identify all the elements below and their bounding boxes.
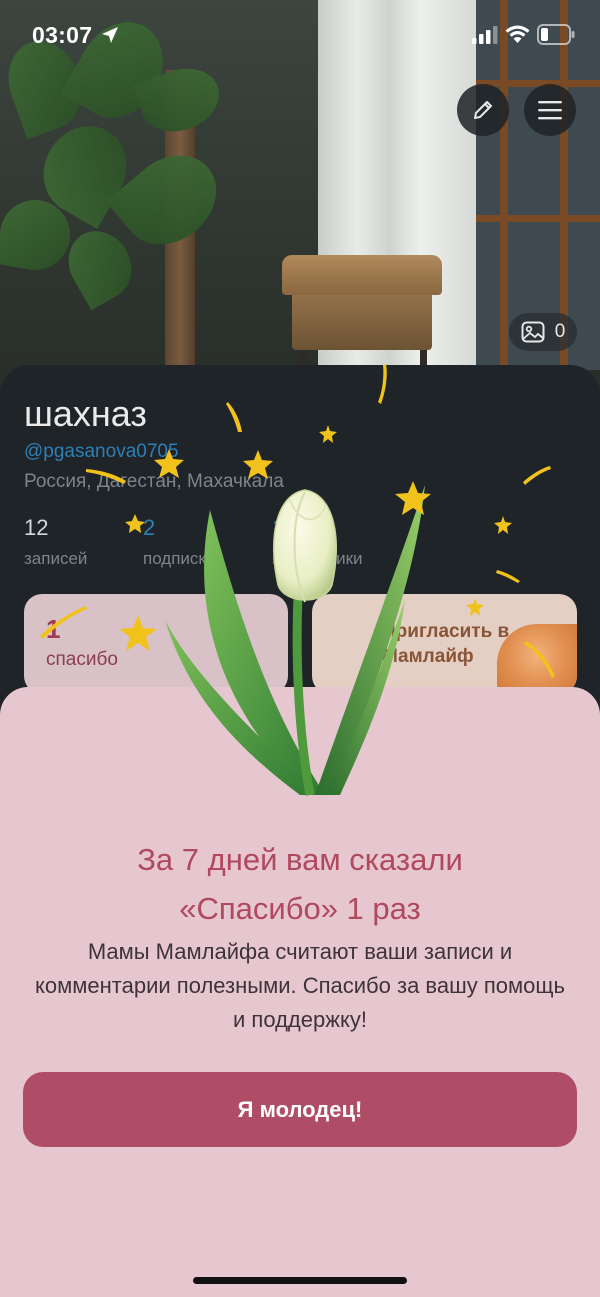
home-indicator xyxy=(193,1277,407,1284)
wifi-icon xyxy=(505,25,530,43)
stat-posts-label: записей xyxy=(24,549,88,568)
cover-chair-seat xyxy=(282,255,442,295)
kitten-image xyxy=(497,624,577,694)
sheet-description: Мамы Мамлайфа считают ваши записи и комм… xyxy=(35,939,565,1032)
sheet-title-line1: За 7 дней вам сказали xyxy=(137,842,463,877)
status-time: 03:07 xyxy=(32,22,93,48)
stat-posts-value: 12 xyxy=(24,515,49,540)
status-bar: 03:07 xyxy=(0,0,600,70)
signal-icon xyxy=(472,26,498,44)
profile-handle[interactable]: @pgasanova0705 xyxy=(24,441,179,463)
pencil-icon xyxy=(474,101,492,119)
stat-posts[interactable]: 12 записей xyxy=(24,515,87,569)
confirm-button[interactable]: Я молодец! xyxy=(23,1072,577,1147)
battery-icon xyxy=(537,24,575,45)
photo-count-value: 0 xyxy=(554,321,566,342)
photo-count-button[interactable]: 0 xyxy=(509,313,577,351)
image-icon xyxy=(521,321,545,343)
edit-profile-button[interactable] xyxy=(457,84,509,136)
sheet-title-line2: «Спасибо» 1 раз xyxy=(179,891,421,926)
sheet-title: За 7 дней вам сказали «Спасибо» 1 раз xyxy=(0,835,600,933)
location-arrow-icon xyxy=(102,27,118,43)
menu-button[interactable] xyxy=(524,84,576,136)
tulip-illustration xyxy=(165,485,425,796)
profile-name: шахназ xyxy=(24,393,147,434)
menu-icon xyxy=(538,101,562,120)
